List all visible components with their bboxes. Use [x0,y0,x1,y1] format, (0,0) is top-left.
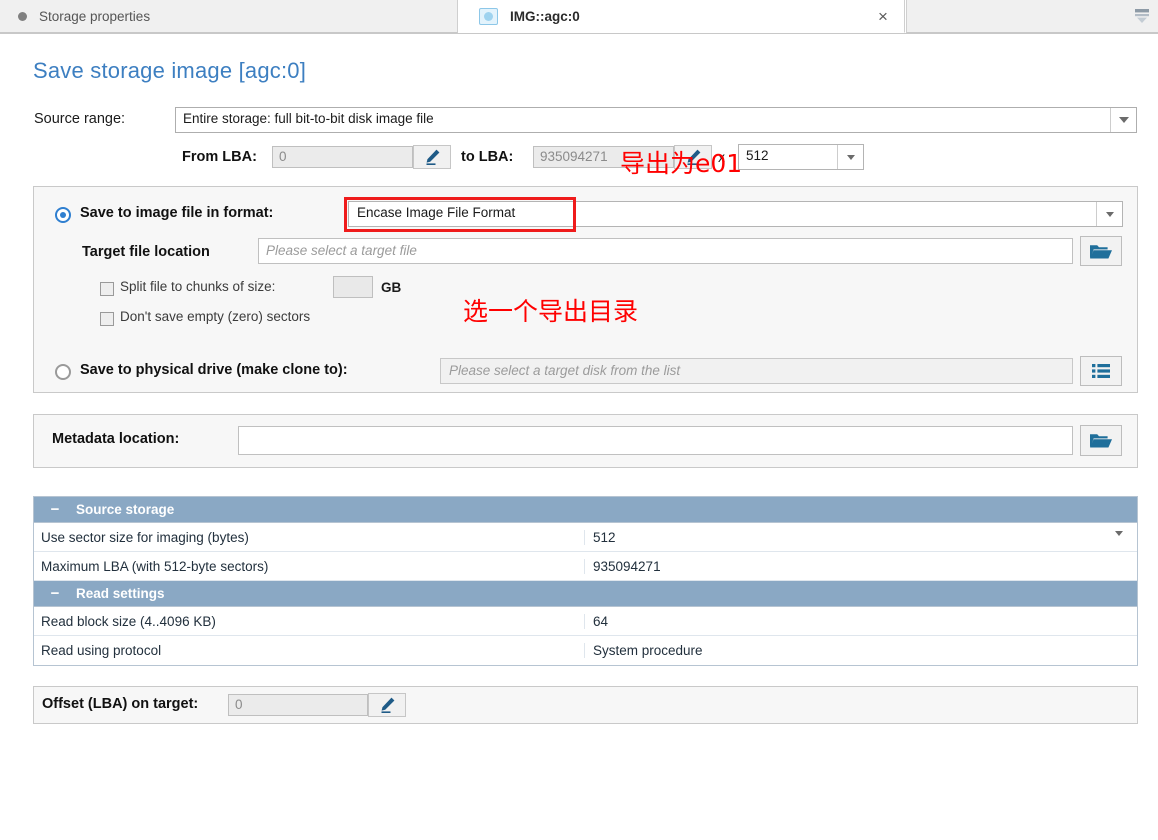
source-range-label: Source range: [34,111,126,127]
offset-group [33,686,1138,724]
metadata-location-input[interactable] [238,426,1073,455]
list-icon[interactable] [1080,356,1122,386]
dot-icon [18,11,27,21]
checkbox-split-file[interactable] [100,282,114,296]
pencil-icon[interactable] [413,145,451,169]
skip-zero-sectors-label: Don't save empty (zero) sectors [120,309,311,324]
chevron-down-icon[interactable] [837,145,863,169]
table-row[interactable]: Read using protocol System procedure [34,636,1137,665]
source-range-select[interactable]: Entire storage: full bit-to-bit disk ima… [175,107,1137,133]
section-header-source-storage[interactable]: − Source storage [34,497,1137,523]
from-lba-label: From LBA: [182,149,257,165]
offset-lba-label: Offset (LBA) on target: [42,696,199,712]
image-format-select[interactable]: Encase Image File Format [348,201,1123,227]
chevron-down-icon[interactable] [1110,108,1136,132]
annotation-export-e01: 导出为e01 [620,149,743,178]
checkbox-skip-zero-sectors[interactable] [100,312,114,326]
image-format-value: Encase Image File Format [357,205,516,220]
minus-icon[interactable]: − [48,586,62,601]
target-disk-input[interactable]: Please select a target disk from the lis… [440,358,1073,384]
row-value-text: 512 [593,529,616,545]
chevron-down-icon[interactable] [1115,530,1123,551]
save-to-drive-label: Save to physical drive (make clone to): [80,362,348,378]
row-value: 64 [593,613,609,629]
pencil-icon[interactable] [368,693,406,717]
split-size-input[interactable] [333,276,373,298]
row-key: Maximum LBA (with 512-byte sectors) [34,558,585,574]
annotation-choose-directory: 选一个导出目录 [463,297,639,326]
row-value: System procedure [593,643,703,658]
row-value: 935094271 [593,558,661,574]
split-size-unit-label: GB [381,280,402,295]
close-icon[interactable]: × [873,7,893,27]
tab-img-agc0-label: IMG::agc:0 [510,8,580,24]
to-lba-label: to LBA: [461,149,514,165]
metadata-location-label: Metadata location: [52,431,180,447]
properties-table: − Source storage Use sector size for ima… [33,496,1138,666]
save-to-file-label: Save to image file in format: [80,205,274,221]
row-key: Use sector size for imaging (bytes) [34,529,585,545]
split-file-label: Split file to chunks of size: [120,279,276,294]
row-key: Read block size (4..4096 KB) [34,613,585,629]
offset-lba-input[interactable]: 0 [228,694,368,716]
section-title: Source storage [76,502,175,517]
row-key: Read using protocol [34,643,585,658]
page-title: Save storage image [agc:0] [33,58,307,83]
chevron-down-icon[interactable] [1096,202,1122,226]
sector-size-select[interactable]: 512 [738,144,864,170]
sector-size-value: 512 [746,148,769,163]
radio-save-to-drive[interactable] [55,364,71,380]
table-row[interactable]: Read block size (4..4096 KB) 64 [34,607,1137,636]
section-header-read-settings[interactable]: − Read settings [34,581,1137,607]
table-row[interactable]: Maximum LBA (with 512-byte sectors) 9350… [34,552,1137,581]
folder-open-icon[interactable] [1080,236,1122,266]
tab-img-agc0[interactable]: IMG::agc:0 [459,0,905,33]
target-file-input[interactable]: Please select a target file [258,238,1073,264]
tab-bar-filler [906,0,1158,33]
minus-icon[interactable]: − [48,502,62,517]
radio-save-to-file[interactable] [55,207,71,223]
table-row[interactable]: Use sector size for imaging (bytes) 512 [34,523,1137,552]
tab-storage-properties[interactable]: Storage properties [0,0,458,33]
section-title: Read settings [76,586,165,601]
tab-bar: Storage properties IMG::agc:0 × [0,0,1158,34]
tab-storage-properties-label: Storage properties [39,8,151,24]
from-lba-input[interactable]: 0 [272,146,413,168]
row-value[interactable]: 512 [585,529,1137,551]
tab-overflow-icon[interactable] [1132,6,1152,26]
disk-icon [479,7,498,25]
target-file-location-label: Target file location [82,244,210,260]
folder-open-icon[interactable] [1080,425,1122,456]
source-range-value: Entire storage: full bit-to-bit disk ima… [183,111,434,126]
